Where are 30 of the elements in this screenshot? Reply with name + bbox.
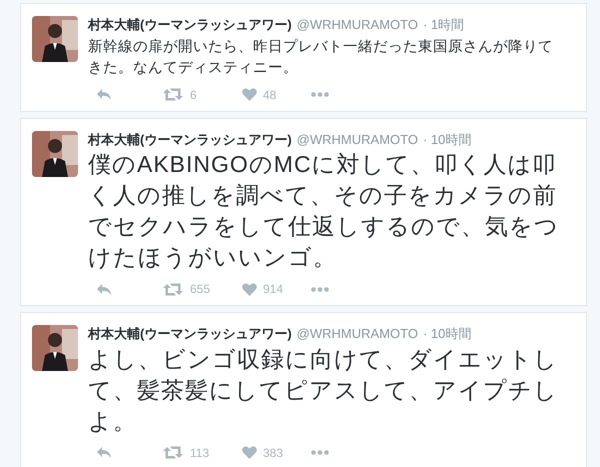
author-name[interactable]: 村本大輔(ウーマンラッシュアワー) (88, 15, 292, 34)
heart-icon[interactable] (242, 88, 257, 101)
heart-icon[interactable] (242, 282, 257, 296)
retweet-icon[interactable] (163, 446, 183, 459)
author-name[interactable]: 村本大輔(ウーマンラッシュアワー) (88, 324, 292, 344)
retweet-count: 113 (190, 444, 210, 462)
reply-icon[interactable] (96, 88, 112, 101)
author-handle[interactable]: @WRHMURAMOTO (296, 15, 418, 34)
tweet-text: よし、ビンゴ収録に向けて、ダイエットして、髪茶髪にしてピアスして、アイプチしよ。 (88, 344, 559, 436)
like-count: 48 (263, 86, 278, 104)
tweet-text: 新幹線の扉が開いたら、昨日プレバト一緒だった東国原さんが降りてきた。なんてディスティニー。 (88, 38, 554, 78)
author-handle[interactable]: @WRHMURAMOTO (296, 324, 418, 344)
retweet-icon[interactable] (163, 282, 183, 296)
retweet-count: 655 (190, 281, 212, 298)
timestamp[interactable]: · 10時間 (422, 130, 472, 149)
retweet-icon[interactable] (163, 88, 183, 101)
like-count: 914 (263, 281, 284, 298)
timestamp[interactable]: · 1時間 (422, 15, 464, 34)
reply-icon[interactable] (96, 446, 112, 459)
author-name[interactable]: 村本大輔(ウーマンラッシュアワー) (88, 130, 292, 149)
timestamp[interactable]: · 10時間 (422, 324, 472, 344)
like-count: 383 (263, 444, 284, 462)
tweet-text: 僕のAKBINGOのMCに対して、叩く人は叩く人の推しを調べて、その子をカメラの前でセクハラをして仕返しするので、気をつけたほうがいいンゴ。 (88, 150, 560, 272)
heart-icon[interactable] (242, 446, 257, 459)
author-handle[interactable]: @WRHMURAMOTO (296, 130, 418, 149)
retweet-count: 6 (190, 86, 198, 104)
more-icon[interactable] (311, 286, 329, 292)
more-icon[interactable] (311, 450, 329, 455)
reply-icon[interactable] (96, 282, 112, 296)
more-icon[interactable] (311, 92, 329, 97)
